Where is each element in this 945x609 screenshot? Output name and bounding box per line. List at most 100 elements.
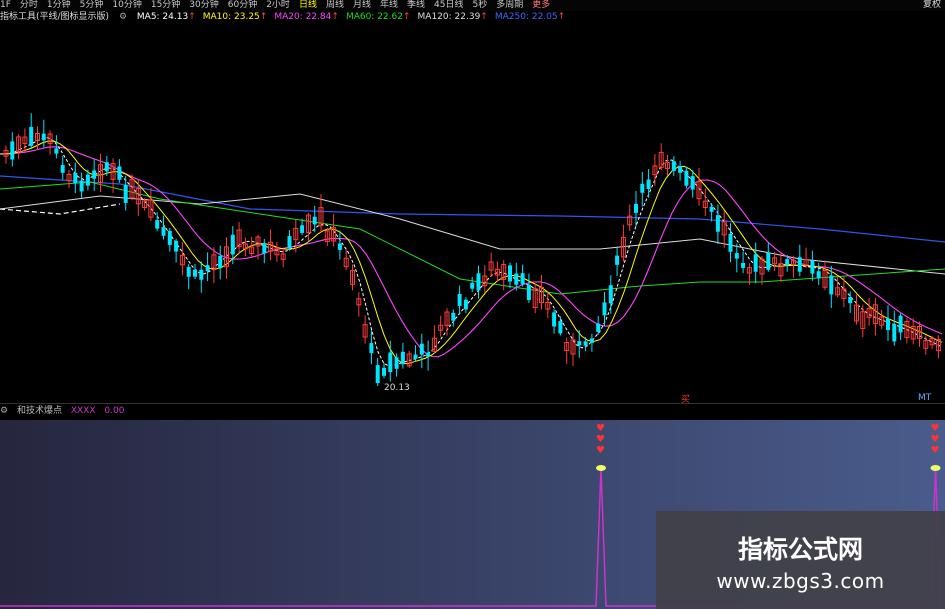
toolbar-item-2[interactable]: 1分钟 (47, 0, 71, 11)
toolbar-item-11[interactable]: 月线 (353, 0, 371, 11)
ma-arrow-icon: ↑ (480, 12, 488, 22)
candle-body (161, 227, 166, 236)
panel-divider (0, 403, 945, 404)
ma-legend-item-3: MA60: 22.62 (345, 12, 403, 22)
toolbar-item-14[interactable]: 45日线 (434, 0, 463, 11)
candle-body (602, 302, 607, 316)
candle-body (186, 267, 191, 277)
candle-body (520, 273, 525, 285)
candle-body (816, 271, 821, 279)
toolbar-item-8[interactable]: 2小时 (266, 0, 290, 11)
toolbar-item-0[interactable]: 1F (0, 0, 11, 11)
candle-body (728, 233, 733, 252)
candle-body (470, 282, 475, 289)
toolbar-item-12[interactable]: 年线 (380, 0, 398, 11)
candle-body (54, 148, 59, 154)
candle-body (463, 299, 468, 310)
candle-body (155, 220, 160, 229)
candle-body (262, 243, 267, 254)
toolbar-item-13[interactable]: 季线 (407, 0, 425, 11)
ma-arrow-icon: ↑ (259, 12, 268, 22)
indicator-header: ⚙ 和技术爆点 XXXX 0.00 (0, 405, 130, 418)
period-toolbar: 1F 分时 1分钟 5分钟 10分钟 15分钟 30分钟 60分钟 2小时 日线 周线 月线 年线 季线 4… (0, 0, 945, 11)
candle-body (41, 133, 46, 141)
toolbar-item-15[interactable]: 5秒 (472, 0, 487, 11)
candle-body (589, 338, 594, 343)
toolbar-item-1[interactable]: 分时 (20, 0, 38, 11)
toolbar-item-9[interactable]: 日线 (299, 0, 317, 11)
candle-body (526, 284, 531, 300)
toolbar-item-16[interactable]: 多周期 (496, 0, 523, 11)
ma-legend-item-0: MA5: 24.13 (136, 12, 189, 22)
candle-body (596, 323, 601, 332)
candle-body (734, 253, 739, 259)
candlestick-chart[interactable] (0, 24, 945, 402)
candle-body (29, 126, 34, 146)
ma10-line (0, 140, 943, 365)
candle-body (167, 230, 172, 245)
toolbar-item-4[interactable]: 10分钟 (112, 0, 141, 11)
candle-body (117, 166, 122, 180)
ma250-line (0, 175, 945, 243)
candle-body (426, 352, 431, 357)
ma-legend-item-4: MA120: 22.39 (417, 12, 481, 22)
candle-body (369, 343, 374, 354)
candle-body (558, 321, 563, 334)
candle-body (382, 367, 386, 376)
watermark-url: www.zbgs3.com (716, 569, 885, 593)
ma-arrow-icon: ↑ (188, 12, 196, 22)
settings-icon[interactable]: ⚙ (119, 11, 127, 24)
toolbar-item-7[interactable]: 60分钟 (228, 0, 257, 11)
candle-body (300, 225, 305, 233)
signal-mark-right: MT (918, 393, 932, 403)
candle-body (73, 172, 78, 184)
ma-arrow-icon: ↑ (557, 12, 566, 22)
signal-dot (930, 465, 941, 471)
toolbar-item-10[interactable]: 周线 (326, 0, 344, 11)
candle-body (337, 243, 342, 250)
candle-body (709, 206, 714, 212)
candle-body (476, 273, 481, 291)
candle-body (583, 341, 588, 346)
candle-body (104, 162, 109, 172)
candle-body (892, 324, 897, 342)
candle-body (388, 352, 393, 373)
candle-body (552, 312, 557, 327)
toolbar-item-6[interactable]: 30分钟 (189, 0, 218, 11)
signal-heart-icon: ♥ (596, 434, 605, 445)
candle-body (92, 170, 97, 179)
restore-rights-button[interactable]: 复权 (923, 0, 941, 11)
candle-body (457, 294, 462, 306)
indicator-settings-icon[interactable]: ⚙ (0, 406, 8, 416)
candle-body (123, 184, 128, 203)
ma-legend-item-2: MA20: 22.84 (274, 12, 332, 22)
candle-body (413, 354, 418, 359)
candle-body (608, 285, 613, 304)
candle-body (886, 318, 890, 331)
ma-legend-row: 指标工具(平线/图标显示版) ⚙ MA5: 24.13↑ MA10: 23.25↑… (0, 11, 945, 24)
signal-heart-icon: ♥ (931, 434, 940, 445)
signal-heart-icon: ♥ (931, 445, 940, 456)
candle-body (848, 296, 853, 304)
watermark: 指标公式网 www.zbgs3.com (656, 511, 945, 609)
candle-body (577, 341, 582, 346)
ma20-line (0, 146, 943, 358)
candle-body (85, 174, 90, 186)
toolbar-item-3[interactable]: 5分钟 (80, 0, 104, 11)
candle-body (684, 170, 689, 186)
candle-body (230, 234, 235, 255)
candle-body (690, 176, 695, 190)
watermark-title: 指标公式网 (737, 535, 863, 564)
ma120-line (0, 193, 945, 275)
toolbar-item-5[interactable]: 15分钟 (151, 0, 180, 11)
candle-body (400, 351, 405, 365)
candle-body (615, 255, 620, 265)
candle-body (715, 215, 720, 232)
candle-body (199, 269, 204, 280)
ma-legend-item-5: MA250: 22.05 (494, 12, 558, 22)
candle-body (646, 179, 651, 189)
toolbar-item-17[interactable]: 更多 (532, 0, 550, 11)
indicator-value: 0.00 (104, 406, 125, 416)
candle-body (640, 183, 645, 193)
candle-body (394, 357, 399, 369)
